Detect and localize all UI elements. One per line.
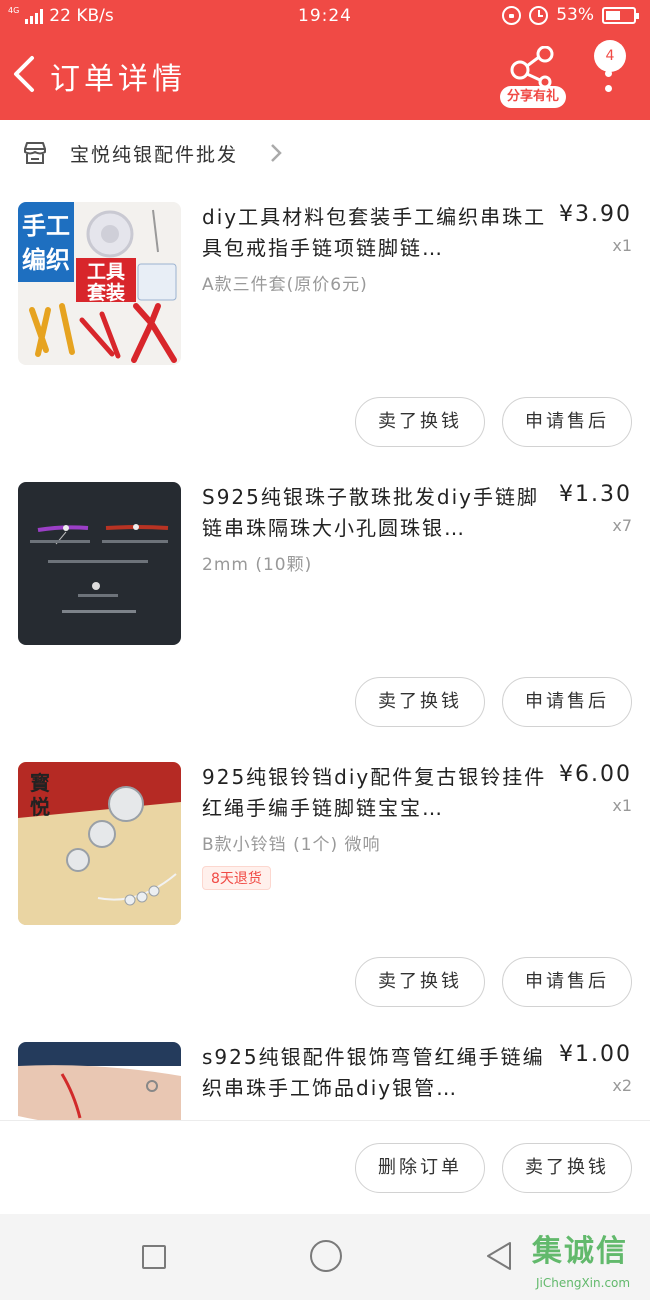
product-thumbnail[interactable]: 寳 悦: [18, 762, 181, 925]
after-sales-button[interactable]: 申请售后: [502, 397, 632, 447]
image-label: 悦: [30, 795, 50, 819]
home-icon[interactable]: [310, 1240, 342, 1272]
tool-kit-product-image: 手工 编织 工具 套装: [18, 202, 181, 365]
resell-button[interactable]: 卖了换钱: [355, 957, 485, 1007]
image-label: 手工: [22, 212, 70, 240]
status-bar: 4G 22 KB/s 19:24 53%: [0, 0, 650, 34]
share-icon: [510, 46, 554, 88]
chevron-right-icon: [271, 144, 282, 162]
product-spec: A款三件套(原价6元): [202, 275, 368, 295]
system-navigation-bar: 集诚信 JiChengXin.com: [0, 1214, 650, 1300]
more-vertical-icon: [605, 70, 613, 100]
product-price: ¥3.90: [559, 202, 632, 227]
product-quantity: x1: [612, 796, 632, 815]
product-thumbnail[interactable]: 手工 编织 工具 套装: [18, 202, 181, 365]
product-title[interactable]: 925纯银铃铛diy配件复古银铃挂件红绳手编手链脚链宝宝…: [202, 762, 547, 824]
share-label: 分享有礼: [500, 86, 566, 108]
product-quantity: x1: [612, 236, 632, 255]
order-items-list: 手工 编织 工具 套装 diy工具材料包套装手工编织串珠工具包戒指手链项链脚链……: [0, 184, 650, 1120]
order-action-bar: 删除订单 卖了换钱: [0, 1120, 650, 1214]
site-watermark: 集诚信 JiChengXin.com: [532, 1226, 650, 1300]
product-spec: B款小铃铛 (1个) 微响: [202, 835, 381, 855]
order-item: 手工 编织 工具 套装 diy工具材料包套装手工编织串珠工具包戒指手链项链脚链……: [0, 184, 650, 464]
order-item: 寳 悦 925纯银铃铛diy配件复古银铃挂件红绳手编手链脚链宝宝… B款小铃铛 …: [0, 744, 650, 1024]
image-label: 工具: [87, 261, 125, 283]
watermark-logo: 集诚信: [532, 1234, 628, 1269]
product-spec: 2mm (10颗): [202, 555, 313, 575]
shop-row[interactable]: 宝悦纯银配件批发: [0, 120, 650, 184]
message-badge: 4: [594, 40, 626, 72]
silver-beads-product-image: [18, 482, 181, 645]
product-price: ¥1.00: [559, 1042, 632, 1067]
after-sales-button[interactable]: 申请售后: [502, 957, 632, 1007]
delete-order-button[interactable]: 删除订单: [355, 1143, 485, 1193]
status-icons: 53%: [502, 5, 639, 25]
battery-percent: 53%: [556, 5, 594, 25]
order-item: S925纯银珠子散珠批发diy手链脚链串珠隔珠大小孔圆珠银… 2mm (10颗)…: [0, 464, 650, 744]
product-thumbnail[interactable]: [18, 1042, 181, 1120]
resell-button[interactable]: 卖了换钱: [502, 1143, 632, 1193]
watermark-url: JiChengXin.com: [536, 1276, 631, 1290]
recent-apps-icon[interactable]: [142, 1245, 166, 1269]
image-label: 寳: [30, 771, 50, 795]
rotation-lock-icon: [502, 5, 522, 25]
battery-fill: [606, 10, 620, 20]
more-menu-button[interactable]: 4: [592, 40, 628, 104]
alarm-icon: [529, 5, 549, 25]
order-item: s925纯银配件银饰弯管红绳手链编织串珠手工饰品diy银管… ¥1.00 x2: [0, 1024, 650, 1120]
product-quantity: x2: [612, 1076, 632, 1095]
top-bar: 4G 22 KB/s 19:24 53% 订单详情 分享有礼 4: [0, 0, 650, 120]
product-thumbnail[interactable]: [18, 482, 181, 645]
product-price: ¥1.30: [559, 482, 632, 507]
back-button[interactable]: [8, 52, 44, 96]
after-sales-button[interactable]: 申请售后: [502, 677, 632, 727]
silver-bells-product-image: 寳 悦: [18, 762, 181, 925]
chevron-left-icon: [14, 56, 34, 92]
back-triangle-icon[interactable]: [484, 1240, 516, 1272]
resell-button[interactable]: 卖了换钱: [355, 677, 485, 727]
battery-icon: [602, 6, 639, 24]
app-header: 订单详情 分享有礼 4: [0, 34, 650, 120]
image-label: 编织: [22, 246, 70, 274]
store-icon: [24, 142, 46, 164]
product-price: ¥6.00: [559, 762, 632, 787]
share-button[interactable]: 分享有礼: [500, 46, 566, 108]
product-quantity: x7: [612, 516, 632, 535]
product-title[interactable]: diy工具材料包套装手工编织串珠工具包戒指手链项链脚链…: [202, 202, 547, 264]
page-title: 订单详情: [50, 62, 186, 97]
shop-name: 宝悦纯银配件批发: [70, 144, 239, 166]
red-string-bracelet-product-image: [18, 1042, 181, 1120]
image-label: 套装: [86, 281, 125, 304]
resell-button[interactable]: 卖了换钱: [355, 397, 485, 447]
product-title[interactable]: S925纯银珠子散珠批发diy手链脚链串珠隔珠大小孔圆珠银…: [202, 482, 547, 544]
return-policy-tag: 8天退货: [202, 866, 271, 890]
product-title[interactable]: s925纯银配件银饰弯管红绳手链编织串珠手工饰品diy银管…: [202, 1042, 547, 1104]
